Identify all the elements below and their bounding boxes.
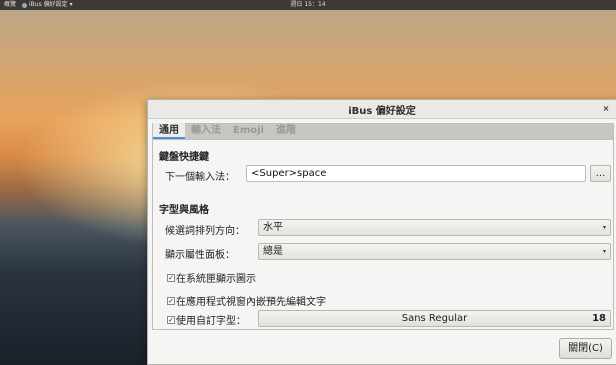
tab-general[interactable]: 通用 [153, 123, 185, 139]
edit-shortcut-button[interactable]: ... [590, 165, 611, 182]
show-panel-select-value: 總是 [263, 246, 283, 257]
tab-bar: 通用 輸入法 Emoji 進階 [152, 123, 614, 140]
chevron-down-icon: ▾ [602, 224, 606, 231]
font-size: 18 [592, 313, 606, 324]
tab-input-method[interactable]: 輸入法 [185, 123, 227, 139]
close-button[interactable]: 關閉(C) [559, 338, 612, 359]
tab-emoji[interactable]: Emoji [227, 123, 270, 139]
ibus-preferences-window: iBus 偏好設定 × 通用 輸入法 Emoji 進階 鍵盤快捷鍵 下一個輸入法… [147, 99, 616, 365]
font-name: Sans Regular [401, 313, 468, 324]
embed-preedit-label: 在應用程式視窗內嵌預先編輯文字 [176, 297, 326, 308]
next-ime-shortcut-field[interactable]: <Super>space [246, 165, 586, 182]
show-tray-icon-checkbox[interactable]: ✓ 在系統匣顯示圖示 [167, 270, 256, 285]
show-tray-icon-label: 在系統匣顯示圖示 [176, 274, 256, 285]
close-icon[interactable]: × [600, 103, 612, 115]
custom-font-label: 使用自訂字型： [176, 316, 246, 327]
checkbox-check-icon: ✓ [167, 273, 175, 282]
font-style-heading: 字型與風格 [159, 205, 209, 216]
top-bar: 概覽 iBus 偏好設定 ▾ 週日 15：14 [0, 0, 616, 10]
chevron-down-icon: ▾ [602, 248, 606, 255]
general-tab-content: 鍵盤快捷鍵 下一個輸入法： <Super>space ... 字型與風格 候選詞… [152, 140, 614, 330]
window-title: iBus 偏好設定 [348, 105, 416, 117]
tab-advanced[interactable]: 進階 [270, 123, 302, 139]
font-chooser-button[interactable]: Sans Regular 18 [258, 310, 611, 327]
window-titlebar[interactable]: iBus 偏好設定 × [148, 100, 616, 119]
next-ime-label: 下一個輸入法： [165, 172, 235, 183]
keyboard-shortcuts-heading: 鍵盤快捷鍵 [159, 152, 209, 163]
orientation-label: 候選詞排列方向： [165, 226, 245, 237]
custom-font-checkbox[interactable]: ✓ 使用自訂字型： [167, 312, 246, 327]
checkbox-check-icon: ✓ [167, 296, 175, 305]
panel-label: 顯示屬性面板： [165, 250, 235, 261]
orientation-select[interactable]: 水平 ▾ [258, 219, 611, 236]
checkbox-check-icon: ✓ [167, 315, 175, 324]
clock[interactable]: 週日 15：14 [0, 0, 616, 10]
show-panel-select[interactable]: 總是 ▾ [258, 243, 611, 260]
orientation-select-value: 水平 [263, 222, 283, 233]
embed-preedit-checkbox[interactable]: ✓ 在應用程式視窗內嵌預先編輯文字 [167, 293, 326, 308]
